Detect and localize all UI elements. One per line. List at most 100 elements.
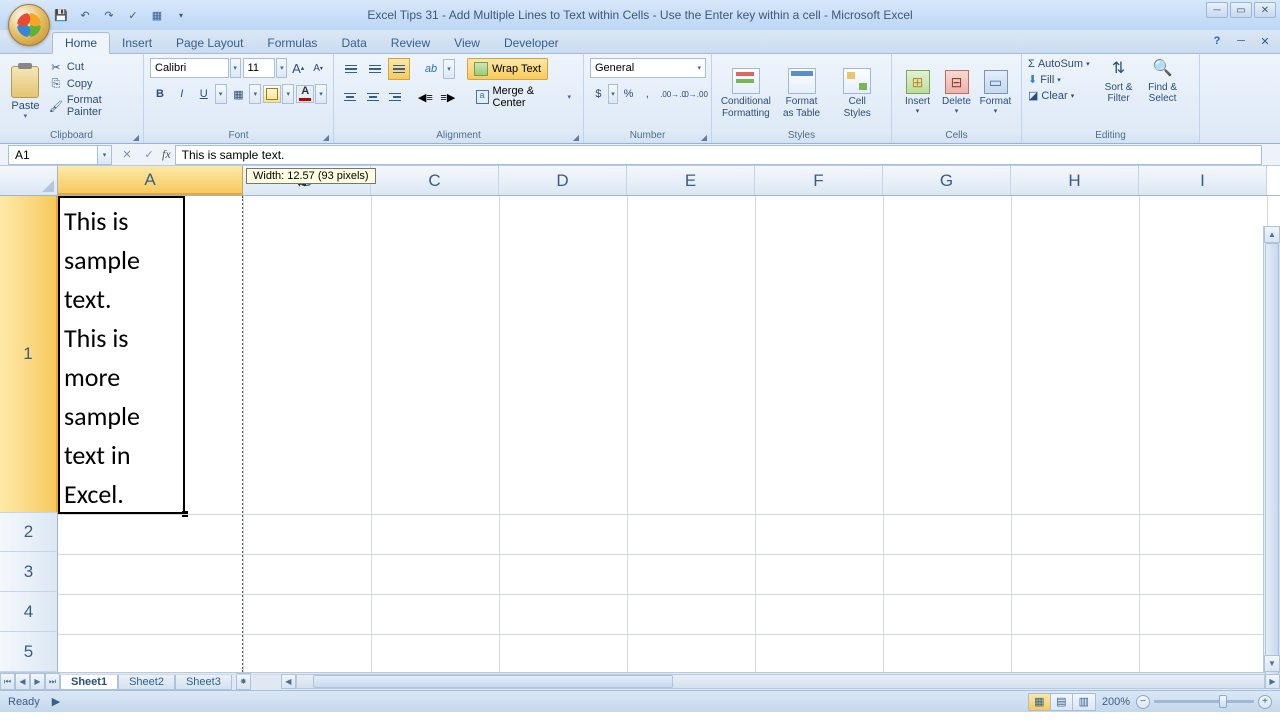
sort-filter-button[interactable]: ⇅Sort & Filter xyxy=(1098,58,1140,104)
orientation-dropdown-icon[interactable]: ▾ xyxy=(443,59,455,79)
column-header-c[interactable]: C xyxy=(371,166,499,195)
zoom-out-icon[interactable]: − xyxy=(1136,695,1150,709)
sheet-tab-sheet3[interactable]: Sheet3 xyxy=(175,675,232,690)
font-name-select[interactable]: Calibri xyxy=(150,58,229,78)
decrease-indent-icon[interactable]: ◀≡ xyxy=(415,86,436,108)
align-top-icon[interactable] xyxy=(340,58,362,80)
wrap-text-button[interactable]: Wrap Text xyxy=(467,58,548,80)
sheet-tab-sheet1[interactable]: Sheet1 xyxy=(60,675,118,690)
font-size-dropdown-icon[interactable]: ▾ xyxy=(276,58,287,78)
vertical-scrollbar[interactable]: ▲ ▼ xyxy=(1263,226,1280,672)
formula-bar-input[interactable]: This is sample text. xyxy=(175,145,1262,165)
ribbon-minimize-icon[interactable]: ─ xyxy=(1232,32,1250,50)
percent-format-icon[interactable]: % xyxy=(620,84,637,104)
format-painter-button[interactable]: 🖌Format Painter xyxy=(49,94,137,118)
name-box[interactable]: A1 xyxy=(8,145,98,165)
grow-font-icon[interactable]: A▴ xyxy=(289,58,307,78)
accounting-format-icon[interactable]: $ xyxy=(590,84,607,104)
help-icon[interactable]: ? xyxy=(1208,32,1226,50)
scroll-down-icon[interactable]: ▼ xyxy=(1264,655,1280,672)
minimize-button[interactable]: ─ xyxy=(1206,2,1228,18)
tab-insert[interactable]: Insert xyxy=(110,33,164,53)
font-size-select[interactable]: 11 xyxy=(243,58,276,78)
qat-redo-icon[interactable]: ↷ xyxy=(100,6,118,24)
fill-button[interactable]: ⬇Fill▾ xyxy=(1028,73,1090,86)
row-header-3[interactable]: 3 xyxy=(0,552,58,592)
column-header-e[interactable]: E xyxy=(627,166,755,195)
cut-button[interactable]: ✂Cut xyxy=(49,60,137,74)
last-sheet-icon[interactable]: ⏭ xyxy=(45,673,60,690)
align-left-icon[interactable] xyxy=(340,86,361,108)
borders-button[interactable]: ▦ xyxy=(229,84,249,104)
font-color-button[interactable] xyxy=(296,85,314,103)
align-right-icon[interactable] xyxy=(385,86,406,108)
scroll-right-icon[interactable]: ▶ xyxy=(1265,674,1280,689)
vertical-scroll-thumb[interactable] xyxy=(1265,243,1279,683)
format-as-table-button[interactable]: Format as Table xyxy=(774,58,830,129)
cancel-formula-icon[interactable]: ✕ xyxy=(118,146,136,164)
macro-record-icon[interactable]: ▶ xyxy=(52,695,60,708)
shrink-font-icon[interactable]: A▾ xyxy=(309,58,327,78)
page-break-view-icon[interactable]: ▥ xyxy=(1073,694,1095,710)
align-center-icon[interactable] xyxy=(363,86,384,108)
accounting-dropdown-icon[interactable]: ▾ xyxy=(608,84,618,104)
row-header-1[interactable]: 1 xyxy=(0,196,58,513)
bold-button[interactable]: B xyxy=(150,84,170,104)
tab-developer[interactable]: Developer xyxy=(492,33,571,53)
decrease-decimal-icon[interactable]: .0→.00 xyxy=(685,84,705,104)
borders-dropdown-icon[interactable]: ▾ xyxy=(249,84,261,104)
qat-save-icon[interactable]: 💾 xyxy=(52,6,70,24)
comma-format-icon[interactable]: , xyxy=(639,84,656,104)
italic-button[interactable]: I xyxy=(172,84,192,104)
font-launcher-icon[interactable]: ◢ xyxy=(321,132,331,142)
alignment-launcher-icon[interactable]: ◢ xyxy=(571,132,581,142)
scroll-left-icon[interactable]: ◀ xyxy=(281,674,296,689)
workbook-close-icon[interactable]: ✕ xyxy=(1256,32,1274,50)
font-name-dropdown-icon[interactable]: ▾ xyxy=(230,58,241,78)
paste-button[interactable]: Paste ▾ xyxy=(6,58,45,128)
tab-review[interactable]: Review xyxy=(379,33,442,53)
tab-home[interactable]: Home xyxy=(52,32,110,54)
font-color-dropdown-icon[interactable]: ▾ xyxy=(315,84,327,104)
number-launcher-icon[interactable]: ◢ xyxy=(699,132,709,142)
conditional-formatting-button[interactable]: Conditional Formatting xyxy=(718,58,774,129)
office-button[interactable] xyxy=(8,4,50,46)
normal-view-icon[interactable]: ▦ xyxy=(1029,694,1051,710)
column-header-h[interactable]: H xyxy=(1011,166,1139,195)
qat-undo-icon[interactable]: ↶ xyxy=(76,6,94,24)
close-button[interactable]: ✕ xyxy=(1254,2,1276,18)
increase-indent-icon[interactable]: ≡▶ xyxy=(438,86,459,108)
find-select-button[interactable]: 🔍Find & Select xyxy=(1142,58,1184,104)
cell-a1[interactable]: This is sample text. This is more sample… xyxy=(58,196,185,514)
clear-button[interactable]: ◪Clear▾ xyxy=(1028,89,1090,102)
autosum-button[interactable]: ΣAutoSum▾ xyxy=(1028,58,1090,70)
column-header-i[interactable]: I xyxy=(1139,166,1267,195)
first-sheet-icon[interactable]: ⏮ xyxy=(0,673,15,690)
fill-color-dropdown-icon[interactable]: ▾ xyxy=(282,84,294,104)
zoom-in-icon[interactable]: + xyxy=(1258,695,1272,709)
zoom-slider[interactable] xyxy=(1154,700,1254,703)
column-header-a[interactable]: A xyxy=(58,166,243,195)
sheet-tab-sheet2[interactable]: Sheet2 xyxy=(118,675,175,690)
column-header-f[interactable]: F xyxy=(755,166,883,195)
tab-data[interactable]: Data xyxy=(329,33,378,53)
tab-formulas[interactable]: Formulas xyxy=(255,33,329,53)
delete-cells-button[interactable]: ⊟Delete▾ xyxy=(937,58,976,129)
align-bottom-icon[interactable] xyxy=(388,58,410,80)
row-header-4[interactable]: 4 xyxy=(0,592,58,632)
row-header-5[interactable]: 5 xyxy=(0,632,58,672)
new-sheet-icon[interactable]: ✸ xyxy=(236,673,251,690)
copy-button[interactable]: ⎘Copy xyxy=(49,77,137,91)
underline-dropdown-icon[interactable]: ▾ xyxy=(215,84,227,104)
select-all-corner[interactable] xyxy=(0,166,58,195)
underline-button[interactable]: U xyxy=(194,84,214,104)
number-format-select[interactable]: General▾ xyxy=(590,58,706,78)
increase-decimal-icon[interactable]: .00→.0 xyxy=(663,84,683,104)
column-header-d[interactable]: D xyxy=(499,166,627,195)
prev-sheet-icon[interactable]: ◀ xyxy=(15,673,30,690)
scroll-up-icon[interactable]: ▲ xyxy=(1264,226,1280,243)
row-header-2[interactable]: 2 xyxy=(0,513,58,553)
qat-tools-icon[interactable]: ✓ xyxy=(124,6,142,24)
zoom-level[interactable]: 200% xyxy=(1102,696,1130,708)
format-cells-button[interactable]: ▭Format▾ xyxy=(976,58,1015,129)
